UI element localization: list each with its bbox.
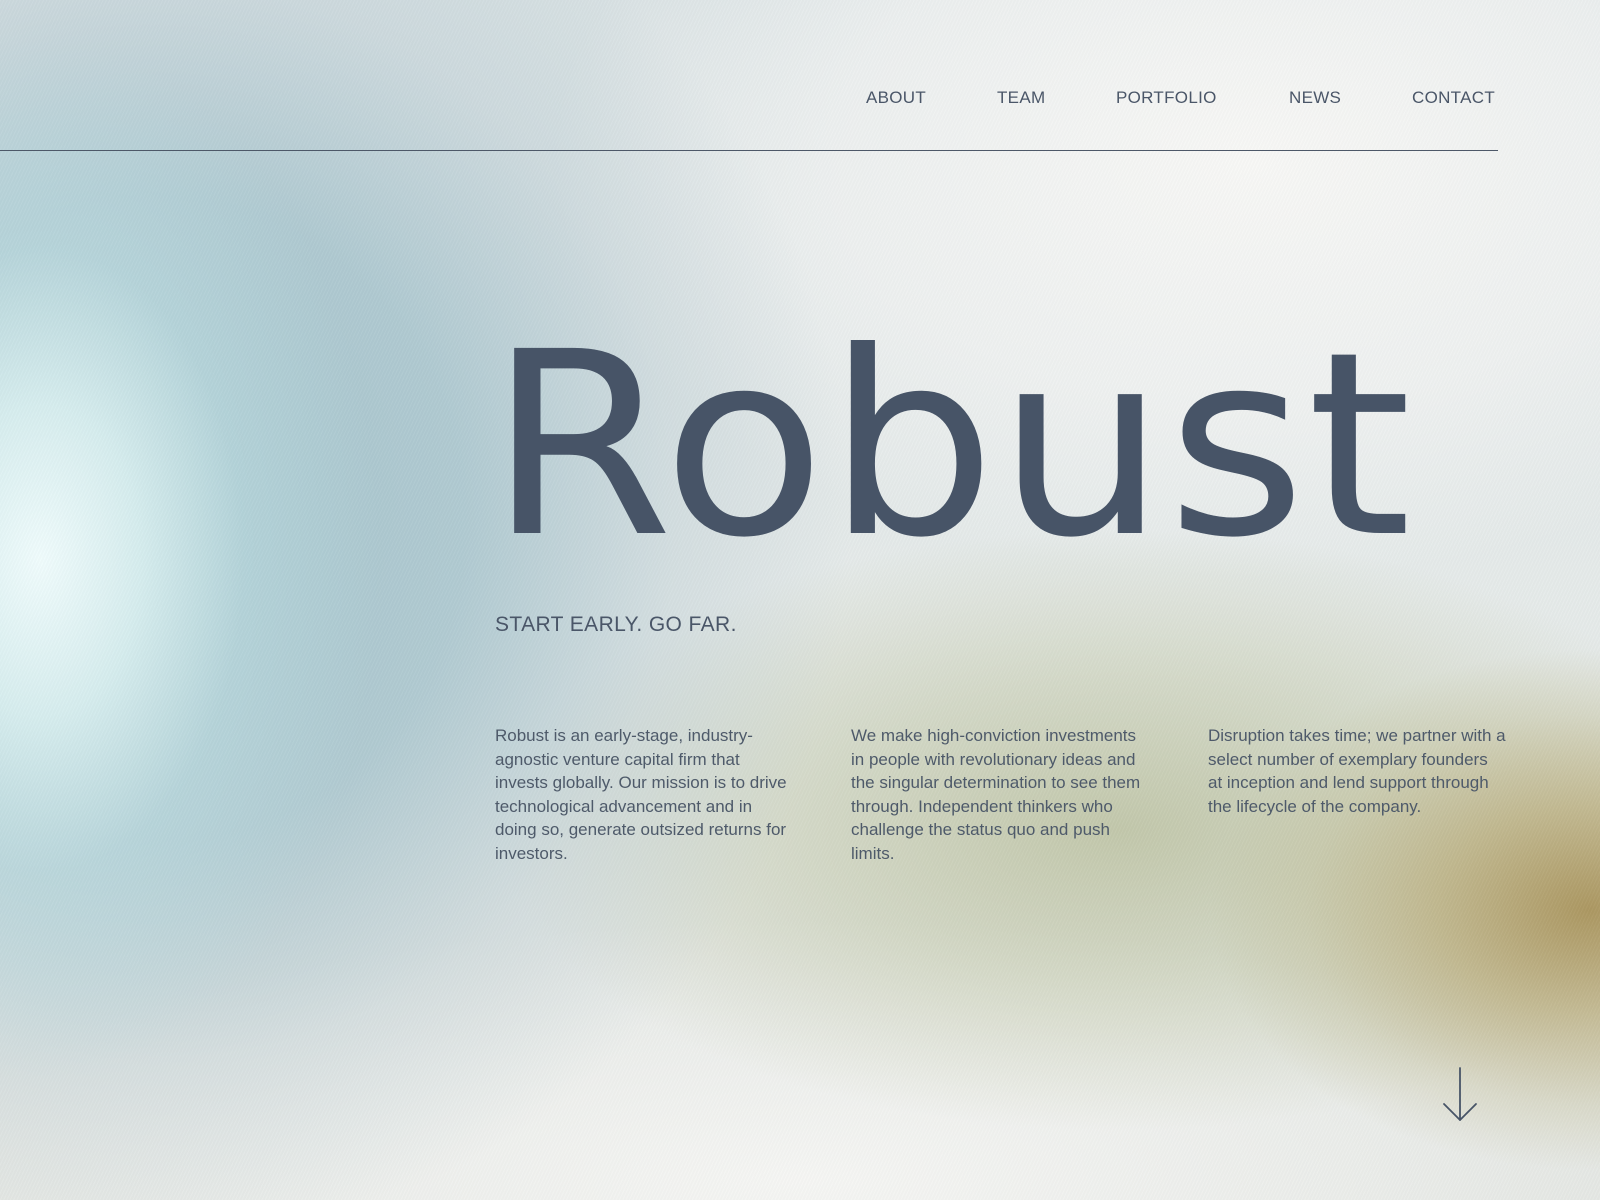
nav-contact[interactable]: CONTACT — [1412, 88, 1495, 108]
scroll-down-button[interactable] — [1440, 1066, 1480, 1124]
hero-wordmark: Robust — [488, 297, 1413, 593]
nav-divider — [0, 150, 1498, 151]
arrow-down-icon — [1443, 1067, 1477, 1121]
intro-column-mission: Robust is an early-stage, industry-agnos… — [495, 726, 787, 863]
nav-news[interactable]: NEWS — [1289, 88, 1341, 108]
intro-column-partnership: Disruption takes time; we partner with a… — [1208, 726, 1506, 816]
gradient-background — [0, 0, 1600, 1200]
nav-team[interactable]: TEAM — [997, 88, 1045, 108]
main-nav: ABOUT TEAM PORTFOLIO NEWS CONTACT — [0, 88, 1498, 114]
nav-portfolio[interactable]: PORTFOLIO — [1116, 88, 1217, 108]
intro-column-investments: We make high-conviction investments in p… — [851, 726, 1141, 863]
hero-tagline: START EARLY. GO FAR. — [495, 613, 737, 636]
nav-about[interactable]: ABOUT — [866, 88, 926, 108]
